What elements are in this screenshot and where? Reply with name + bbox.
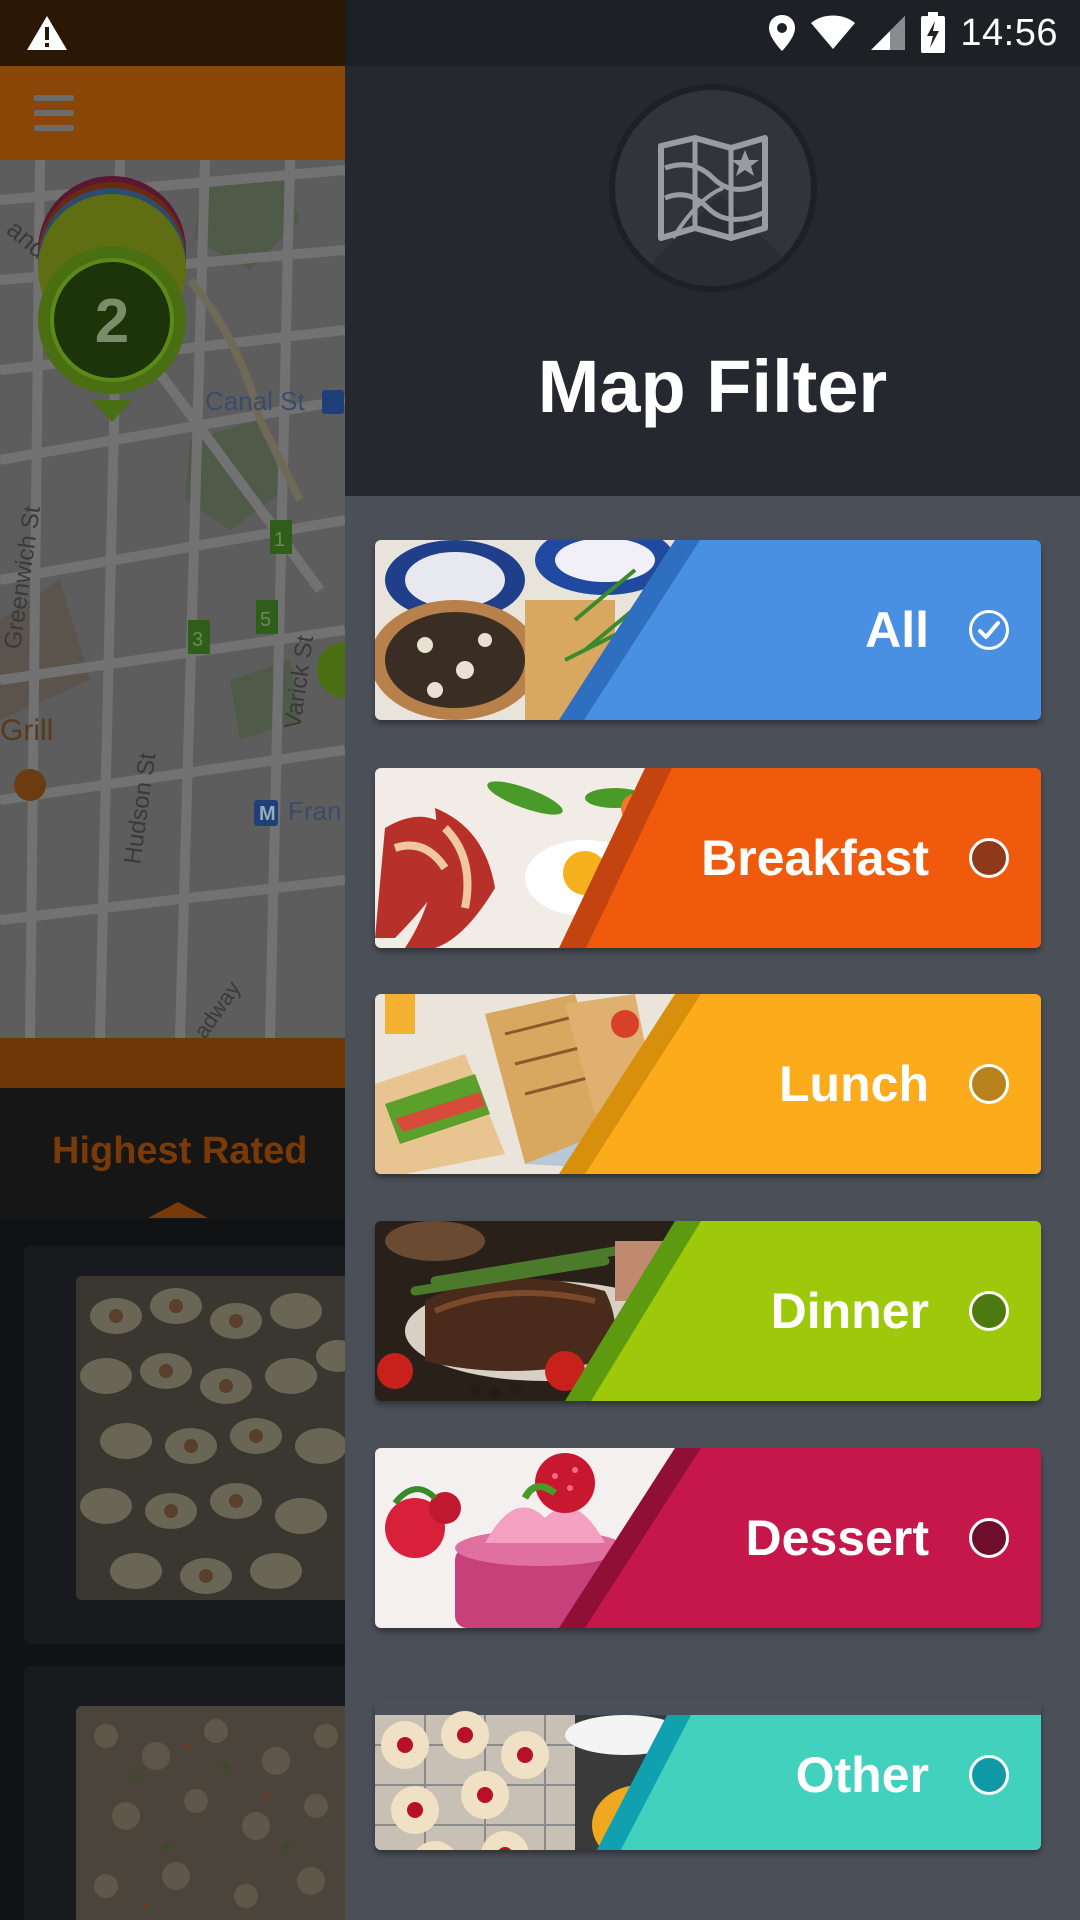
filter-lunch[interactable]: Lunch: [375, 994, 1041, 1174]
filter-dinner-label: Dinner: [770, 1283, 929, 1339]
warning-icon: [27, 16, 67, 50]
filter-dinner-band: [565, 1221, 1041, 1401]
checkmark-icon: [978, 621, 1000, 639]
filter-dessert-radio[interactable]: [969, 1518, 1009, 1558]
filter-all-band: [559, 540, 1041, 720]
filter-breakfast-radio[interactable]: [969, 838, 1009, 878]
map-marker-5: 5: [260, 609, 271, 631]
wifi-icon: [811, 15, 856, 49]
filter-other-label: Other: [795, 1747, 929, 1803]
cluster-count[interactable]: 2: [95, 287, 129, 356]
map-marker-1: 1: [274, 529, 285, 551]
location-icon: [769, 15, 796, 51]
list-item[interactable]: [24, 1666, 356, 1920]
menu-icon[interactable]: [34, 95, 74, 131]
filter-dessert-band: [559, 1448, 1041, 1628]
filter-all-radio[interactable]: [969, 610, 1009, 650]
filter-breakfast-label: Breakfast: [701, 830, 929, 886]
signal-icon: [871, 16, 906, 50]
list-item[interactable]: [24, 1246, 356, 1644]
map-marker-3: 3: [192, 629, 203, 651]
map-view[interactable]: Canal St and Tur Greenwich St Hudson St …: [0, 160, 345, 1038]
folded-map-icon: [658, 135, 768, 241]
tab-highest-rated[interactable]: Highest Rated: [52, 1130, 307, 1173]
metro-label: M: [259, 803, 276, 825]
map-label-fran: Fran: [288, 796, 341, 826]
map-bottom-bar: [0, 1038, 345, 1088]
filter-other-radio[interactable]: [969, 1755, 1009, 1795]
status-bar-left: [0, 0, 345, 66]
drawer-title: Map Filter: [537, 345, 888, 428]
recipe-image-rice: [76, 1706, 356, 1920]
filter-dinner-radio[interactable]: [969, 1291, 1009, 1331]
filter-dessert-label: Dessert: [745, 1510, 929, 1566]
tab-indicator: [148, 1202, 208, 1218]
filter-breakfast[interactable]: Breakfast: [375, 768, 1041, 948]
filter-dinner[interactable]: Dinner: [375, 1221, 1041, 1401]
battery-charging-icon: [921, 12, 946, 53]
filter-other-band: [596, 1715, 1041, 1850]
map-label-grill: Grill: [0, 714, 53, 747]
map-filter-drawer: Map Filter All Breakfast Lunch Dinner De…: [345, 66, 1080, 1920]
filter-lunch-band: [559, 994, 1041, 1174]
drawer-header: Map Filter: [345, 66, 1080, 496]
map-logo: [609, 84, 817, 292]
filter-lunch-label: Lunch: [779, 1056, 929, 1112]
filter-all[interactable]: All: [375, 540, 1041, 720]
filter-dessert[interactable]: Dessert: [375, 1448, 1041, 1628]
status-bar: 14:56: [345, 0, 1080, 66]
filter-other[interactable]: Other: [375, 1700, 1041, 1850]
filter-lunch-radio[interactable]: [969, 1064, 1009, 1104]
recipe-list: [0, 1220, 356, 1920]
recipe-image-eggs: [76, 1276, 356, 1600]
filter-all-label: All: [865, 602, 929, 658]
status-icons: 14:56: [768, 0, 1058, 66]
map-label-canal-st: Canal St: [205, 386, 305, 416]
status-time: 14:56: [960, 11, 1058, 54]
